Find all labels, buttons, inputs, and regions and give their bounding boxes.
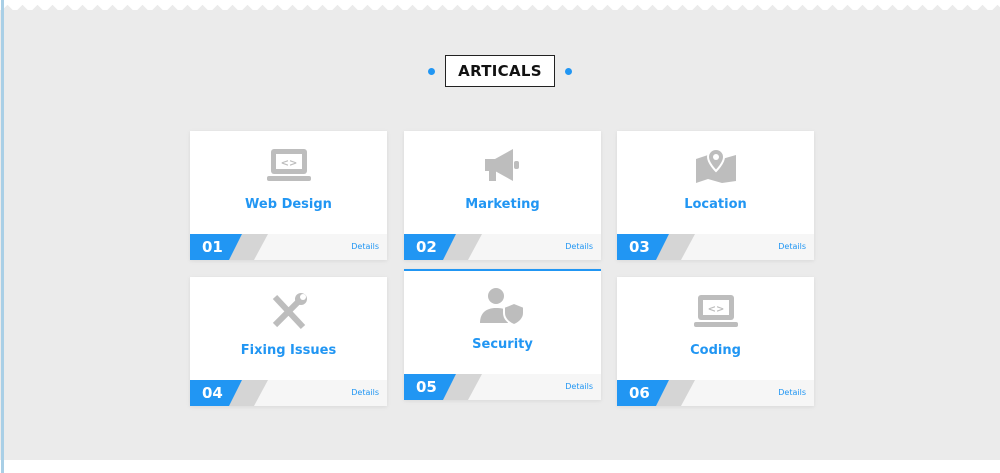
card-title: Coding	[690, 343, 741, 358]
card-fixing-issues[interactable]: Fixing Issues 04 Details	[190, 277, 387, 406]
card-title: Location	[684, 197, 747, 212]
card-title: Web Design	[245, 197, 332, 212]
details-link[interactable]: Details	[351, 380, 379, 406]
zigzag-border	[0, 0, 1000, 10]
svg-text:<>: <>	[707, 304, 724, 315]
megaphone-icon	[404, 147, 601, 183]
dot-decoration	[564, 67, 572, 75]
section-header: ARTICALS	[0, 55, 1000, 87]
details-link[interactable]: Details	[565, 374, 593, 400]
details-link[interactable]: Details	[565, 234, 593, 260]
tools-icon	[190, 293, 387, 331]
card-title: Security	[472, 337, 533, 352]
details-link[interactable]: Details	[778, 234, 806, 260]
map-icon	[617, 147, 814, 183]
card-title: Fixing Issues	[240, 343, 337, 358]
laptop-code-icon: <>	[617, 293, 814, 329]
details-link[interactable]: Details	[351, 234, 379, 260]
svg-text:<>: <>	[280, 158, 297, 169]
card-coding[interactable]: <> Coding 06 Details	[617, 277, 814, 406]
card-web-design[interactable]: <> Web Design 01 Details	[190, 131, 387, 260]
dot-decoration	[428, 67, 436, 75]
card-location[interactable]: Location 03 Details	[617, 131, 814, 260]
laptop-code-icon: <>	[190, 147, 387, 183]
user-shield-icon	[404, 287, 601, 325]
left-edge-line	[1, 0, 4, 473]
articles-section: ARTICALS <> Web Design 01 Details Marketi…	[0, 0, 1000, 460]
section-title: ARTICALS	[445, 55, 555, 87]
card-marketing[interactable]: Marketing 02 Details	[404, 131, 601, 260]
card-security[interactable]: Security 05 Details	[404, 269, 601, 400]
card-title: Marketing	[465, 197, 540, 212]
details-link[interactable]: Details	[778, 380, 806, 406]
